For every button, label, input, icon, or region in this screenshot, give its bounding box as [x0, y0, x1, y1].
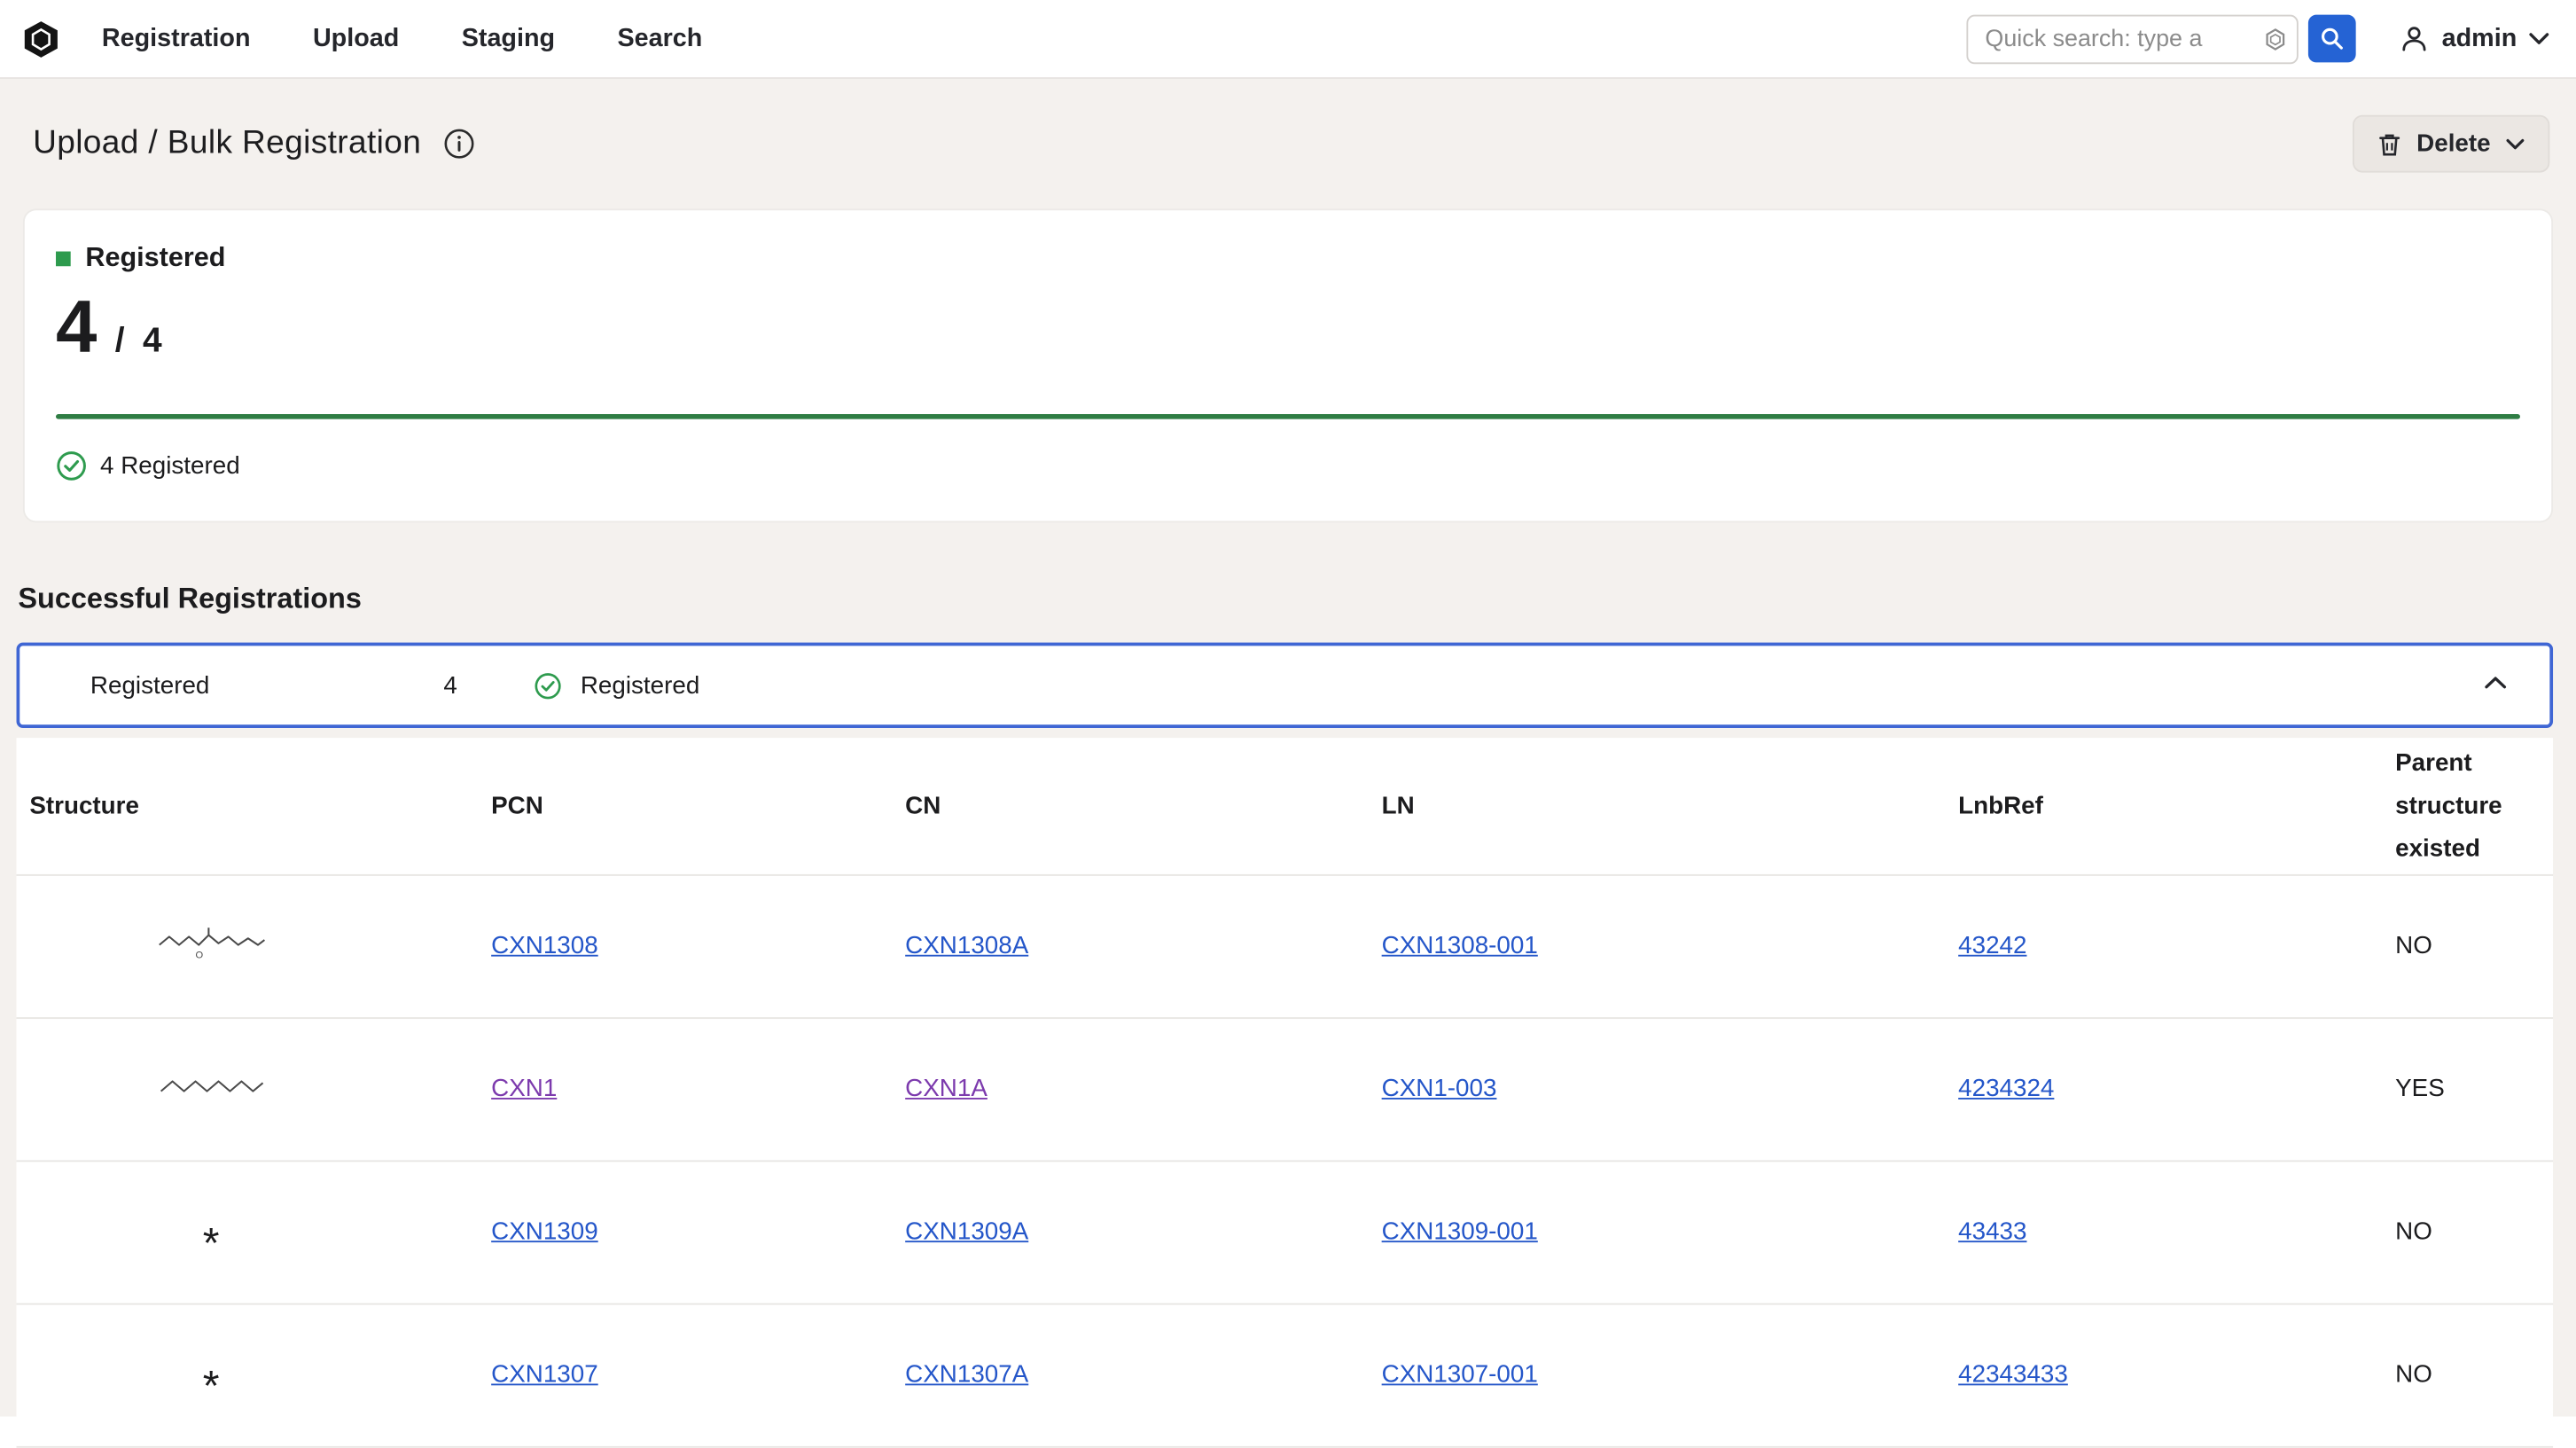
registrations-table: Structure PCN CN LN LnbRef Parent struct… — [17, 738, 2554, 1448]
column-header-pcn: PCN — [491, 785, 905, 827]
check-circle-icon — [535, 671, 563, 700]
quick-search-wrap — [1967, 14, 2299, 64]
accordion-label: Registered — [90, 671, 443, 700]
column-header-structure: Structure — [29, 785, 491, 827]
summary-count-row: 4 / 4 — [56, 285, 2520, 370]
green-square-icon — [56, 252, 71, 267]
chevron-up-icon[interactable] — [2484, 676, 2507, 691]
trash-icon — [2377, 130, 2402, 157]
quick-search-input[interactable] — [1967, 14, 2299, 64]
ln-link[interactable]: CXN1307-001 — [1382, 1361, 1538, 1389]
table-row: CXN1 CXN1A CXN1-003 4234324 YES — [17, 1019, 2554, 1162]
no-structure-asterisk: * — [203, 1217, 220, 1266]
lnbref-link[interactable]: 43242 — [1958, 932, 2026, 960]
registration-summary-card: Registered 4 / 4 4 Registered — [23, 208, 2553, 522]
check-circle-icon — [56, 450, 87, 481]
parent-existed-value: NO — [2395, 932, 2432, 960]
chevron-down-icon — [2528, 31, 2549, 46]
structure-thumbnail[interactable]: * — [29, 1207, 491, 1257]
nav-item-staging[interactable]: Staging — [462, 24, 555, 53]
lnbref-link[interactable]: 42343433 — [1958, 1361, 2068, 1389]
parent-existed-value: YES — [2395, 1075, 2445, 1103]
table-header-row: Structure PCN CN LN LnbRef Parent struct… — [17, 738, 2554, 876]
registered-total: 4 — [143, 322, 162, 361]
ln-link[interactable]: CXN1-003 — [1382, 1075, 1497, 1103]
no-structure-asterisk: * — [203, 1360, 220, 1410]
nav-item-upload[interactable]: Upload — [313, 24, 399, 53]
table-row: * CXN1307 CXN1307A CXN1307-001 42343433 … — [17, 1305, 2554, 1448]
info-icon[interactable] — [444, 129, 475, 160]
column-header-parent-structure-existed: Parent structure existed — [2395, 742, 2540, 871]
cn-link[interactable]: CXN1308A — [905, 932, 1028, 960]
summary-footer: 4 Registered — [56, 450, 2520, 481]
ln-link[interactable]: CXN1309-001 — [1382, 1217, 1538, 1246]
cn-link[interactable]: CXN1307A — [905, 1361, 1028, 1389]
count-divider: / — [115, 322, 125, 361]
magnifier-icon — [2321, 27, 2346, 51]
table-row: O CXN1308 CXN1308A CXN1308-001 43242 NO — [17, 876, 2554, 1019]
lnbref-link[interactable]: 4234324 — [1958, 1075, 2054, 1103]
column-header-cn: CN — [905, 785, 1381, 827]
user-menu[interactable]: admin — [2399, 23, 2549, 54]
parent-existed-value: NO — [2395, 1361, 2432, 1389]
accordion-status: Registered — [581, 671, 699, 700]
cn-link[interactable]: CXN1309A — [905, 1217, 1028, 1246]
user-icon — [2399, 23, 2430, 54]
pcn-link[interactable]: CXN1308 — [491, 932, 598, 960]
section-title: Successful Registrations — [18, 582, 2576, 616]
registered-accordion-header[interactable]: Registered 4 Registered — [17, 643, 2554, 728]
column-header-lnbref: LnbRef — [1958, 785, 2395, 827]
nav-item-search[interactable]: Search — [617, 24, 702, 53]
nav-item-registration[interactable]: Registration — [102, 24, 251, 53]
structure-thumbnail[interactable]: * — [29, 1350, 491, 1400]
cn-link[interactable]: CXN1A — [905, 1075, 987, 1103]
pcn-link[interactable]: CXN1 — [491, 1075, 557, 1103]
summary-label-row: Registered — [56, 243, 2520, 274]
delete-button-label: Delete — [2416, 129, 2490, 158]
column-header-ln: LN — [1382, 785, 1959, 827]
chevron-down-icon — [2505, 137, 2525, 151]
delete-button[interactable]: Delete — [2353, 115, 2549, 173]
user-name: admin — [2442, 24, 2517, 53]
pcn-link[interactable]: CXN1307 — [491, 1361, 598, 1389]
app-root: Registration Upload Staging Search — [0, 0, 2576, 1417]
page-title: Upload / Bulk Registration — [33, 125, 421, 163]
svg-text:O: O — [195, 950, 203, 960]
main-nav: Registration Upload Staging Search — [102, 24, 702, 53]
lnbref-link[interactable]: 43433 — [1958, 1217, 2026, 1246]
pcn-link[interactable]: CXN1309 — [491, 1217, 598, 1246]
summary-status-label: Registered — [85, 243, 225, 274]
app-logo-icon[interactable] — [20, 17, 62, 59]
structure-search-icon[interactable] — [2263, 26, 2290, 52]
accordion-count: 4 — [443, 671, 457, 700]
page-header: Upload / Bulk Registration Delete — [0, 79, 2576, 202]
table-row: * CXN1309 CXN1309A CXN1309-001 43433 NO — [17, 1162, 2554, 1304]
top-navigation: Registration Upload Staging Search — [0, 0, 2576, 79]
structure-thumbnail[interactable]: O — [29, 924, 491, 968]
parent-existed-value: NO — [2395, 1217, 2432, 1246]
registered-count: 4 — [56, 285, 97, 370]
structure-thumbnail[interactable] — [29, 1072, 491, 1107]
nav-right-group: admin — [1967, 14, 2549, 64]
summary-footer-text: 4 Registered — [100, 452, 240, 481]
quick-search-button[interactable] — [2309, 15, 2357, 63]
ln-link[interactable]: CXN1308-001 — [1382, 932, 1538, 960]
progress-bar — [56, 414, 2520, 419]
